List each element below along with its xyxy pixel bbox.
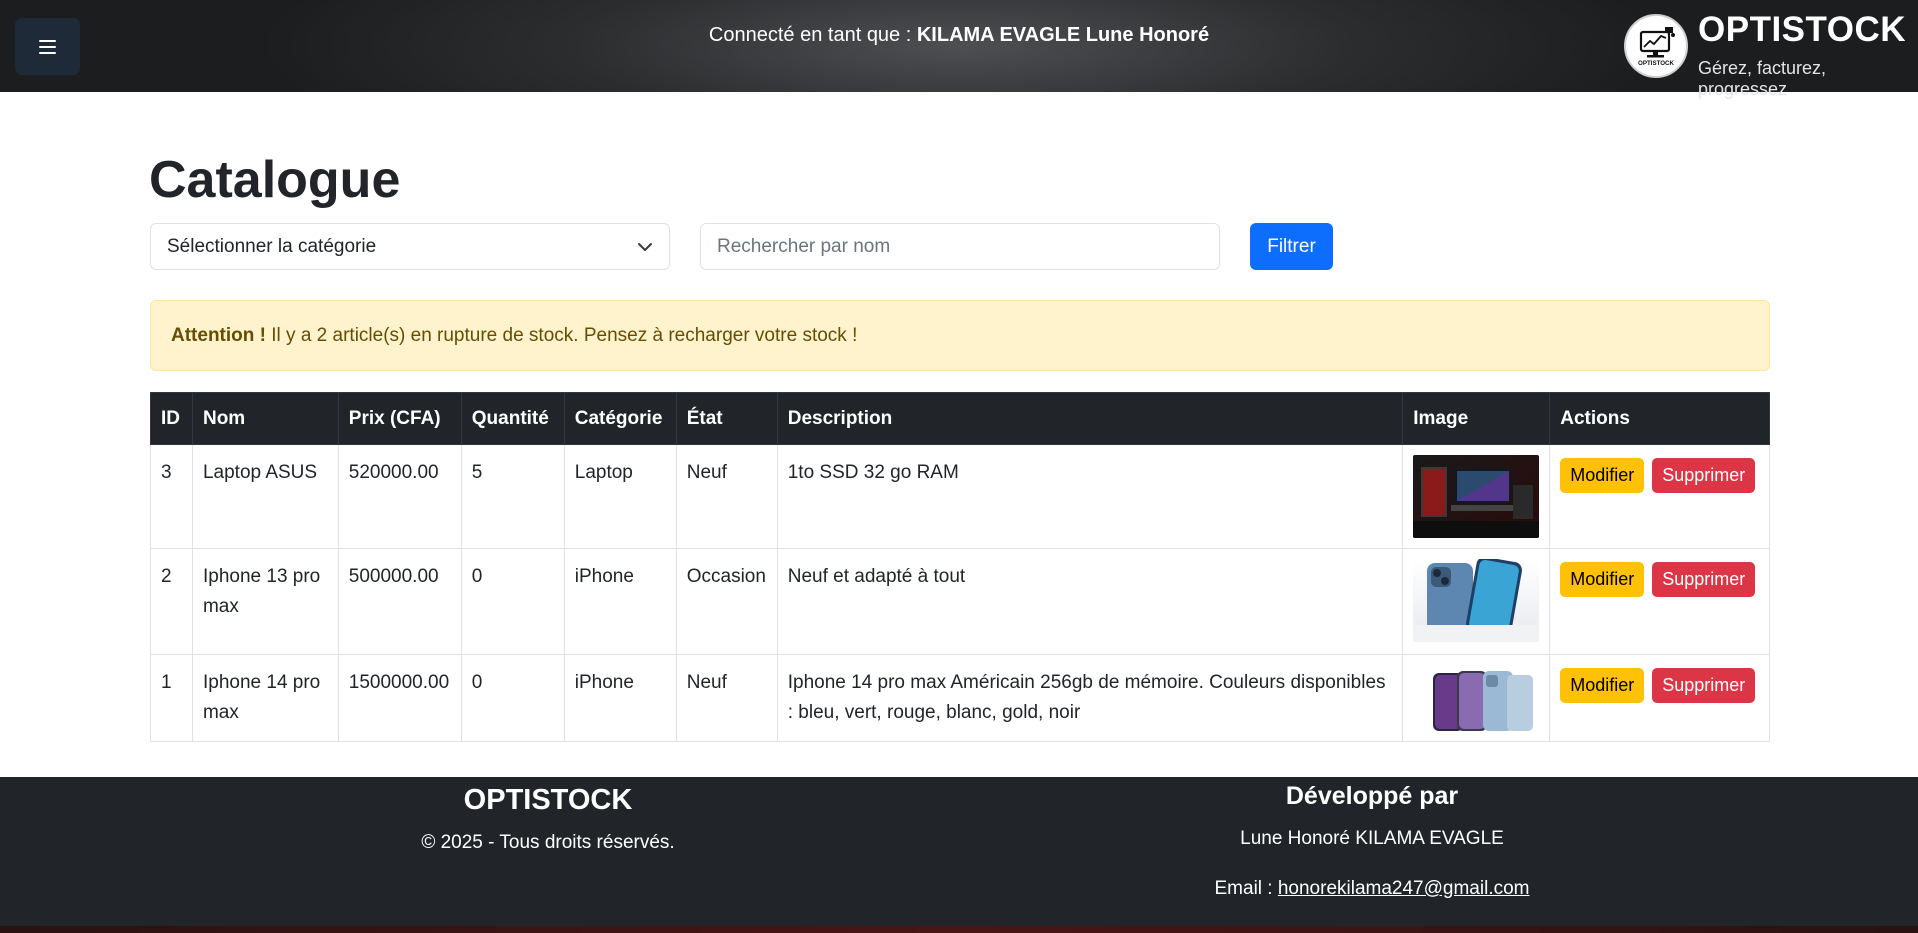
laptop-product-image [1413,455,1540,538]
brand-tagline: Gérez, facturez, progressez [1698,58,1827,99]
cell-description: 1to SSD 32 go RAM [776,444,1404,549]
column-header-categorie: Catégorie [563,392,677,445]
optistock-logo-icon: OPTISTOCK [1630,20,1682,72]
column-header-actions: Actions [1549,392,1770,445]
alert-message: Il y a 2 article(s) en rupture de stock.… [271,325,858,346]
filter-button[interactable]: Filtrer [1250,223,1333,270]
footer-developer-name: Lune Honoré KILAMA EVAGLE [1240,828,1504,849]
footer-email-label: Email : [1214,878,1273,899]
cell-actions: Modifier Supprimer [1549,654,1770,742]
cell-categorie: Laptop [563,444,677,549]
footer-email: Email : honorekilama247@gmail.com [1110,878,1634,900]
category-select-value: Sélectionner la catégorie [167,235,377,257]
top-navbar: Connecté en tant que : KILAMA EVAGLE Lun… [0,0,1918,99]
cell-prix: 500000.00 [337,548,462,655]
connected-user-name: KILAMA EVAGLE Lune Honoré [916,24,1210,46]
cell-etat: Occasion [675,548,778,655]
footer-email-link[interactable]: honorekilama247@gmail.com [1278,878,1530,899]
footer-developed-by: Développé par [1285,782,1459,810]
column-header-etat: État [675,392,778,445]
cell-id: 1 [150,654,193,742]
stock-alert: Attention ! Il y a 2 article(s) en ruptu… [150,300,1770,371]
cell-quantite: 5 [460,444,565,549]
cell-categorie: iPhone [563,654,677,742]
chevron-down-icon [638,242,652,251]
cell-actions: Modifier Supprimer [1549,444,1770,549]
cell-id: 2 [150,548,193,655]
delete-button[interactable]: Supprimer [1652,562,1756,597]
iphone-13-product-image [1413,559,1540,642]
column-header-prix: Prix (CFA) [337,392,462,445]
cell-image [1402,444,1551,549]
cell-nom: Laptop ASUS [191,444,339,549]
delete-button[interactable]: Supprimer [1652,458,1756,493]
footer-copyright: © 2025 - Tous droits réservés. [421,832,675,853]
column-header-nom: Nom [191,392,339,445]
alert-strong-label: Attention ! [171,325,266,346]
table-header-row: ID Nom Prix (CFA) Quantité Catégorie Éta… [150,392,1770,445]
edit-button[interactable]: Modifier [1560,562,1645,597]
cell-description: Iphone 14 pro max Américain 256gb de mém… [776,654,1404,742]
column-header-id: ID [150,392,193,445]
edit-button[interactable]: Modifier [1560,458,1645,493]
catalog-table: ID Nom Prix (CFA) Quantité Catégorie Éta… [150,392,1770,742]
table-row: 2 Iphone 13 pro max 500000.00 0 iPhone O… [150,548,1770,655]
page-title: Catalogue [149,151,401,209]
cell-etat: Neuf [675,654,778,742]
table-row: 1 Iphone 14 pro max 1500000.00 0 iPhone … [150,654,1770,742]
footer-bottom-strip [0,926,1918,933]
logo-wordmark: OPTISTOCK [1638,60,1675,67]
cell-etat: Neuf [675,444,778,549]
column-header-quantite: Quantité [460,392,565,445]
column-header-image: Image [1402,392,1551,445]
cell-id: 3 [150,444,193,549]
cell-description: Neuf et adapté à tout [776,548,1404,655]
cell-prix: 1500000.00 [337,654,462,742]
cell-image [1402,548,1551,655]
edit-button[interactable]: Modifier [1560,668,1645,703]
cell-image [1402,654,1551,742]
brand-name: OPTISTOCK [1698,10,1907,49]
category-select[interactable]: Sélectionner la catégorie [150,223,670,270]
cell-nom: Iphone 13 pro max [191,548,339,655]
search-input[interactable] [700,223,1220,270]
cell-nom: Iphone 14 pro max [191,654,339,742]
brand-logo: OPTISTOCK [1624,14,1688,78]
table-row: 3 Laptop ASUS 520000.00 5 Laptop Neuf 1t… [150,444,1770,549]
cell-prix: 520000.00 [337,444,462,549]
column-header-description: Description [776,392,1404,445]
footer-brand: OPTISTOCK [463,784,633,816]
cell-quantite: 0 [460,548,565,655]
iphone-14-product-image [1413,665,1540,731]
delete-button[interactable]: Supprimer [1652,668,1756,703]
connected-prefix: Connecté en tant que : [708,24,912,46]
cell-quantite: 0 [460,654,565,742]
cell-actions: Modifier Supprimer [1549,548,1770,655]
cell-categorie: iPhone [563,548,677,655]
